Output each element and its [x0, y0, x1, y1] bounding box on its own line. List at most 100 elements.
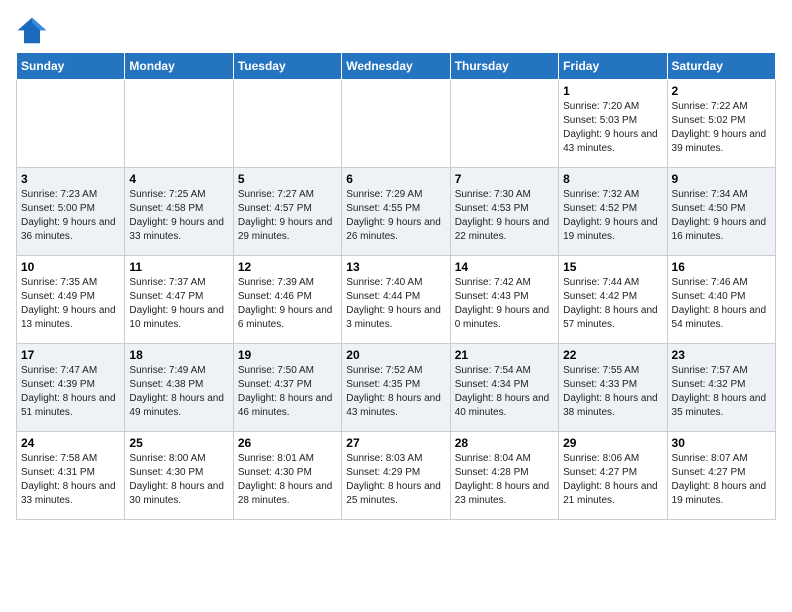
day-number: 23: [672, 348, 771, 362]
calendar-cell: 1 Sunrise: 7:20 AM Sunset: 5:03 PM Daylig…: [559, 80, 667, 168]
calendar-week-5: 24 Sunrise: 7:58 AM Sunset: 4:31 PM Dayli…: [17, 432, 776, 520]
day-info: Sunrise: 7:55 AM Sunset: 4:33 PM Dayligh…: [563, 364, 662, 420]
day-info: Sunrise: 8:00 AM Sunset: 4:30 PM Dayligh…: [129, 452, 228, 508]
day-number: 2: [672, 84, 771, 98]
day-info: Sunrise: 7:54 AM Sunset: 4:34 PM Dayligh…: [455, 364, 554, 420]
day-number: 7: [455, 172, 554, 186]
calendar-cell: 24 Sunrise: 7:58 AM Sunset: 4:31 PM Dayli…: [17, 432, 125, 520]
calendar-cell: [233, 80, 341, 168]
day-number: 24: [21, 436, 120, 450]
day-info: Sunrise: 7:22 AM Sunset: 5:02 PM Dayligh…: [672, 100, 771, 156]
day-number: 27: [346, 436, 445, 450]
day-number: 21: [455, 348, 554, 362]
day-number: 13: [346, 260, 445, 274]
day-number: 14: [455, 260, 554, 274]
calendar-cell: 13 Sunrise: 7:40 AM Sunset: 4:44 PM Dayli…: [342, 256, 450, 344]
calendar-header-row: SundayMondayTuesdayWednesdayThursdayFrid…: [17, 53, 776, 80]
calendar-week-3: 10 Sunrise: 7:35 AM Sunset: 4:49 PM Dayli…: [17, 256, 776, 344]
calendar-cell: 30 Sunrise: 8:07 AM Sunset: 4:27 PM Dayli…: [667, 432, 775, 520]
day-number: 16: [672, 260, 771, 274]
calendar-cell: 15 Sunrise: 7:44 AM Sunset: 4:42 PM Dayli…: [559, 256, 667, 344]
day-number: 9: [672, 172, 771, 186]
day-number: 12: [238, 260, 337, 274]
day-info: Sunrise: 7:40 AM Sunset: 4:44 PM Dayligh…: [346, 276, 445, 332]
day-number: 25: [129, 436, 228, 450]
logo: [16, 16, 52, 44]
calendar-cell: 5 Sunrise: 7:27 AM Sunset: 4:57 PM Daylig…: [233, 168, 341, 256]
day-info: Sunrise: 7:34 AM Sunset: 4:50 PM Dayligh…: [672, 188, 771, 244]
calendar-cell: 26 Sunrise: 8:01 AM Sunset: 4:30 PM Dayli…: [233, 432, 341, 520]
calendar-cell: 16 Sunrise: 7:46 AM Sunset: 4:40 PM Dayli…: [667, 256, 775, 344]
calendar-cell: 10 Sunrise: 7:35 AM Sunset: 4:49 PM Dayli…: [17, 256, 125, 344]
day-info: Sunrise: 7:29 AM Sunset: 4:55 PM Dayligh…: [346, 188, 445, 244]
day-info: Sunrise: 7:32 AM Sunset: 4:52 PM Dayligh…: [563, 188, 662, 244]
day-info: Sunrise: 7:49 AM Sunset: 4:38 PM Dayligh…: [129, 364, 228, 420]
day-number: 28: [455, 436, 554, 450]
calendar-table: SundayMondayTuesdayWednesdayThursdayFrid…: [16, 52, 776, 520]
day-info: Sunrise: 7:23 AM Sunset: 5:00 PM Dayligh…: [21, 188, 120, 244]
day-number: 3: [21, 172, 120, 186]
day-number: 10: [21, 260, 120, 274]
calendar-cell: 8 Sunrise: 7:32 AM Sunset: 4:52 PM Daylig…: [559, 168, 667, 256]
calendar-cell: [125, 80, 233, 168]
calendar-week-1: 1 Sunrise: 7:20 AM Sunset: 5:03 PM Daylig…: [17, 80, 776, 168]
day-number: 8: [563, 172, 662, 186]
day-number: 5: [238, 172, 337, 186]
calendar-cell: 22 Sunrise: 7:55 AM Sunset: 4:33 PM Dayli…: [559, 344, 667, 432]
calendar-cell: 23 Sunrise: 7:57 AM Sunset: 4:32 PM Dayli…: [667, 344, 775, 432]
calendar-week-4: 17 Sunrise: 7:47 AM Sunset: 4:39 PM Dayli…: [17, 344, 776, 432]
day-info: Sunrise: 7:27 AM Sunset: 4:57 PM Dayligh…: [238, 188, 337, 244]
day-info: Sunrise: 7:58 AM Sunset: 4:31 PM Dayligh…: [21, 452, 120, 508]
calendar-cell: 25 Sunrise: 8:00 AM Sunset: 4:30 PM Dayli…: [125, 432, 233, 520]
day-info: Sunrise: 7:57 AM Sunset: 4:32 PM Dayligh…: [672, 364, 771, 420]
calendar-cell: 27 Sunrise: 8:03 AM Sunset: 4:29 PM Dayli…: [342, 432, 450, 520]
header-saturday: Saturday: [667, 53, 775, 80]
calendar-cell: 29Sunrise: 8:06 AM Sunset: 4:27 PM Dayli…: [559, 432, 667, 520]
header-sunday: Sunday: [17, 53, 125, 80]
calendar-cell: 12Sunrise: 7:39 AM Sunset: 4:46 PM Dayli…: [233, 256, 341, 344]
calendar-cell: 3 Sunrise: 7:23 AM Sunset: 5:00 PM Daylig…: [17, 168, 125, 256]
calendar-cell: 17 Sunrise: 7:47 AM Sunset: 4:39 PM Dayli…: [17, 344, 125, 432]
calendar-cell: 2 Sunrise: 7:22 AM Sunset: 5:02 PM Daylig…: [667, 80, 775, 168]
day-info: Sunrise: 7:35 AM Sunset: 4:49 PM Dayligh…: [21, 276, 120, 332]
calendar-cell: 9 Sunrise: 7:34 AM Sunset: 4:50 PM Daylig…: [667, 168, 775, 256]
day-info: Sunrise: 8:03 AM Sunset: 4:29 PM Dayligh…: [346, 452, 445, 508]
day-number: 30: [672, 436, 771, 450]
day-info: Sunrise: 7:37 AM Sunset: 4:47 PM Dayligh…: [129, 276, 228, 332]
header-wednesday: Wednesday: [342, 53, 450, 80]
calendar-cell: 20 Sunrise: 7:52 AM Sunset: 4:35 PM Dayli…: [342, 344, 450, 432]
day-info: Sunrise: 7:52 AM Sunset: 4:35 PM Dayligh…: [346, 364, 445, 420]
day-info: Sunrise: 8:07 AM Sunset: 4:27 PM Dayligh…: [672, 452, 771, 508]
calendar-cell: 18Sunrise: 7:49 AM Sunset: 4:38 PM Dayli…: [125, 344, 233, 432]
calendar-cell: 11 Sunrise: 7:37 AM Sunset: 4:47 PM Dayli…: [125, 256, 233, 344]
day-number: 20: [346, 348, 445, 362]
calendar-cell: [450, 80, 558, 168]
day-info: Sunrise: 7:20 AM Sunset: 5:03 PM Dayligh…: [563, 100, 662, 156]
day-number: 15: [563, 260, 662, 274]
day-number: 11: [129, 260, 228, 274]
day-info: Sunrise: 7:42 AM Sunset: 4:43 PM Dayligh…: [455, 276, 554, 332]
day-info: Sunrise: 7:47 AM Sunset: 4:39 PM Dayligh…: [21, 364, 120, 420]
day-number: 1: [563, 84, 662, 98]
day-number: 4: [129, 172, 228, 186]
day-number: 26: [238, 436, 337, 450]
calendar-cell: 21 Sunrise: 7:54 AM Sunset: 4:34 PM Dayli…: [450, 344, 558, 432]
day-number: 6: [346, 172, 445, 186]
calendar-cell: 6 Sunrise: 7:29 AM Sunset: 4:55 PM Daylig…: [342, 168, 450, 256]
calendar-cell: 19Sunrise: 7:50 AM Sunset: 4:37 PM Dayli…: [233, 344, 341, 432]
header-tuesday: Tuesday: [233, 53, 341, 80]
header-friday: Friday: [559, 53, 667, 80]
day-info: Sunrise: 8:01 AM Sunset: 4:30 PM Dayligh…: [238, 452, 337, 508]
day-info: Sunrise: 7:25 AM Sunset: 4:58 PM Dayligh…: [129, 188, 228, 244]
day-number: 22: [563, 348, 662, 362]
header-monday: Monday: [125, 53, 233, 80]
calendar-cell: 14 Sunrise: 7:42 AM Sunset: 4:43 PM Dayli…: [450, 256, 558, 344]
day-info: Sunrise: 7:44 AM Sunset: 4:42 PM Dayligh…: [563, 276, 662, 332]
header-thursday: Thursday: [450, 53, 558, 80]
day-info: Sunrise: 7:46 AM Sunset: 4:40 PM Dayligh…: [672, 276, 771, 332]
calendar-week-2: 3 Sunrise: 7:23 AM Sunset: 5:00 PM Daylig…: [17, 168, 776, 256]
day-number: 17: [21, 348, 120, 362]
calendar-cell: 28Sunrise: 8:04 AM Sunset: 4:28 PM Dayli…: [450, 432, 558, 520]
day-info: Sunrise: 7:30 AM Sunset: 4:53 PM Dayligh…: [455, 188, 554, 244]
calendar-cell: [342, 80, 450, 168]
